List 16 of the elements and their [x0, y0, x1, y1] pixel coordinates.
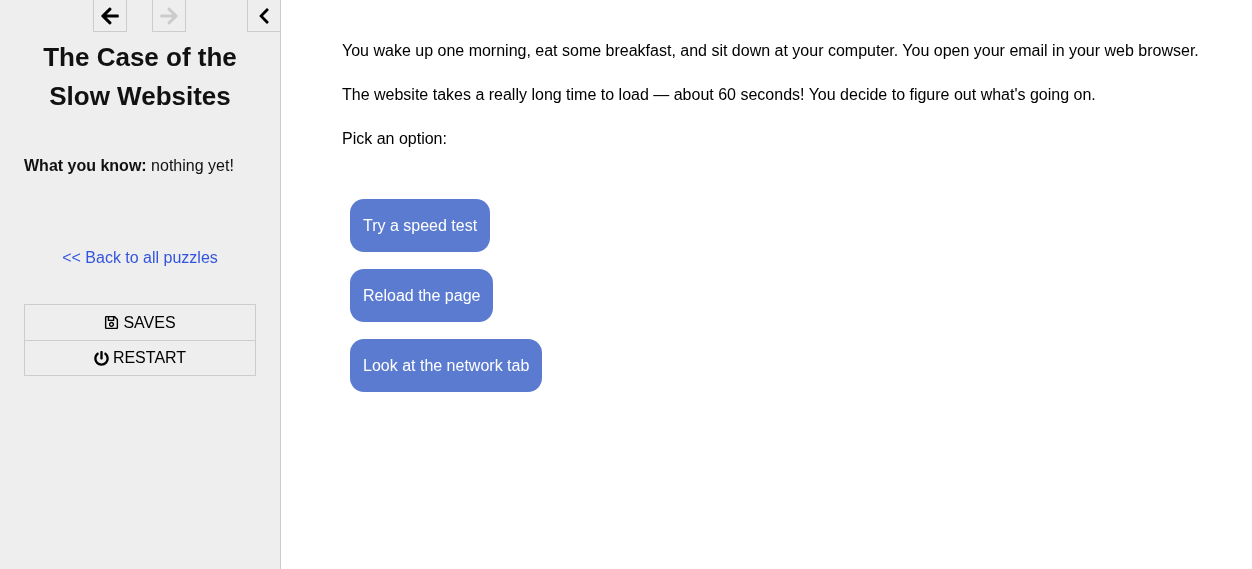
- menu-button[interactable]: RESTART: [25, 340, 255, 375]
- collapse-sidebar-button[interactable]: [247, 0, 280, 32]
- story-paragraph: You wake up one morning, eat some breakfast, and sit down at your computer. You open your email in your web browser.: [342, 41, 1200, 60]
- knowledge-text: What you know: nothing yet!: [23, 156, 235, 176]
- option-button[interactable]: Look at the network tab: [350, 339, 543, 392]
- back-button[interactable]: [93, 0, 127, 32]
- story-paragraph: The website takes a really long time to load — about 60 seconds! You decide to figure out what's going on.: [342, 85, 1097, 104]
- option-button[interactable]: Try a speed test: [350, 199, 491, 252]
- arrow-left-icon: [100, 5, 120, 26]
- arrow-right-icon: [159, 5, 179, 26]
- back-to-puzzles-link[interactable]: << Back to all puzzles: [62, 249, 218, 266]
- power-icon: [93, 350, 109, 366]
- story-paragraph: Pick an option:: [342, 129, 448, 148]
- menu-button[interactable]: SAVES: [25, 305, 255, 340]
- story-title: The Case of the Slow Websites: [42, 41, 238, 113]
- option-button[interactable]: Reload the page: [350, 269, 494, 322]
